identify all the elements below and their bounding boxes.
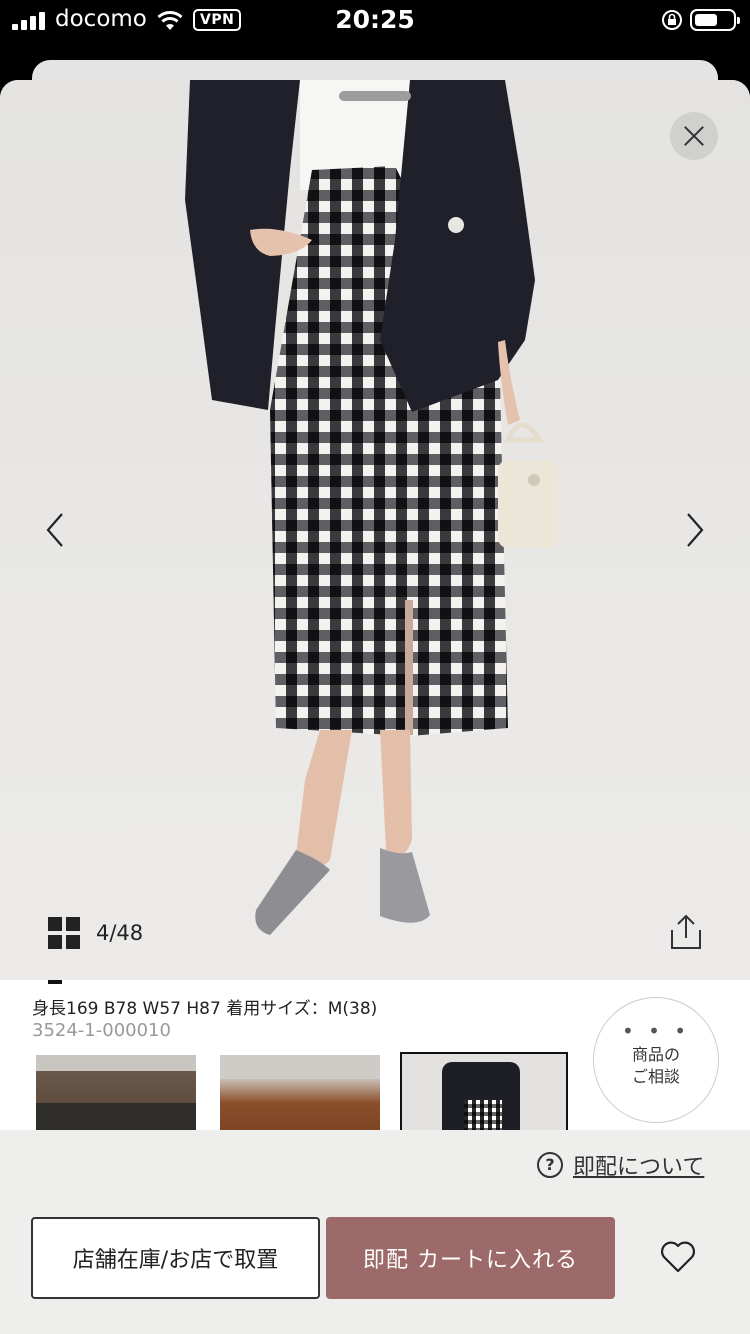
product-code: 3524-1-000010 [32, 1020, 171, 1041]
page-indicator [48, 980, 62, 984]
battery-icon [690, 9, 740, 31]
clock: 20:25 [335, 5, 415, 34]
drag-handle[interactable] [339, 91, 411, 101]
chevron-left-icon [46, 513, 63, 547]
product-consult-button[interactable]: • • • 商品の ご相談 [593, 997, 719, 1123]
image-counter: 4/48 [96, 921, 144, 945]
product-image[interactable]: 4/48 [0, 80, 750, 980]
instant-delivery-label: 即配について [573, 1155, 705, 1180]
chevron-right-icon [687, 513, 704, 547]
consult-label-line1: 商品の [631, 1045, 680, 1064]
action-bar: ? 即配について 店舗在庫/お店で取置 即配 カートに入れる [0, 1130, 750, 1334]
help-icon: ? [537, 1152, 563, 1178]
color-thumbnail-brown-top[interactable] [36, 1055, 196, 1135]
next-image-button[interactable] [674, 510, 714, 550]
instant-delivery-link[interactable]: ? 即配について [537, 1150, 704, 1180]
ellipsis-icon: • • • [621, 1019, 691, 1043]
consult-label: 商品の ご相談 [594, 1044, 718, 1088]
product-modal: 4/48 身長169 B78 W57 H87 着用サイズ：M(38) 3524-… [0, 80, 750, 1334]
model-size-info: 身長169 B78 W57 H87 着用サイズ：M(38) [32, 999, 378, 1019]
heart-icon[interactable] [660, 1240, 696, 1274]
store-stock-button[interactable]: 店舗在庫/お店で取置 [31, 1217, 320, 1299]
rotation-lock-icon [662, 10, 682, 30]
color-thumbnail-brown-skirt[interactable] [220, 1055, 380, 1135]
previous-image-button[interactable] [36, 510, 76, 550]
model-photo [185, 80, 558, 935]
add-to-cart-button[interactable]: 即配 カートに入れる [326, 1217, 615, 1299]
grid-view-icon[interactable] [48, 917, 80, 949]
share-icon[interactable] [668, 914, 704, 950]
close-button[interactable] [670, 112, 718, 160]
status-bar: docomo VPN 20:25 [0, 0, 750, 44]
color-thumbnail-gingham-selected[interactable] [400, 1052, 568, 1136]
consult-label-line2: ご相談 [631, 1067, 680, 1086]
